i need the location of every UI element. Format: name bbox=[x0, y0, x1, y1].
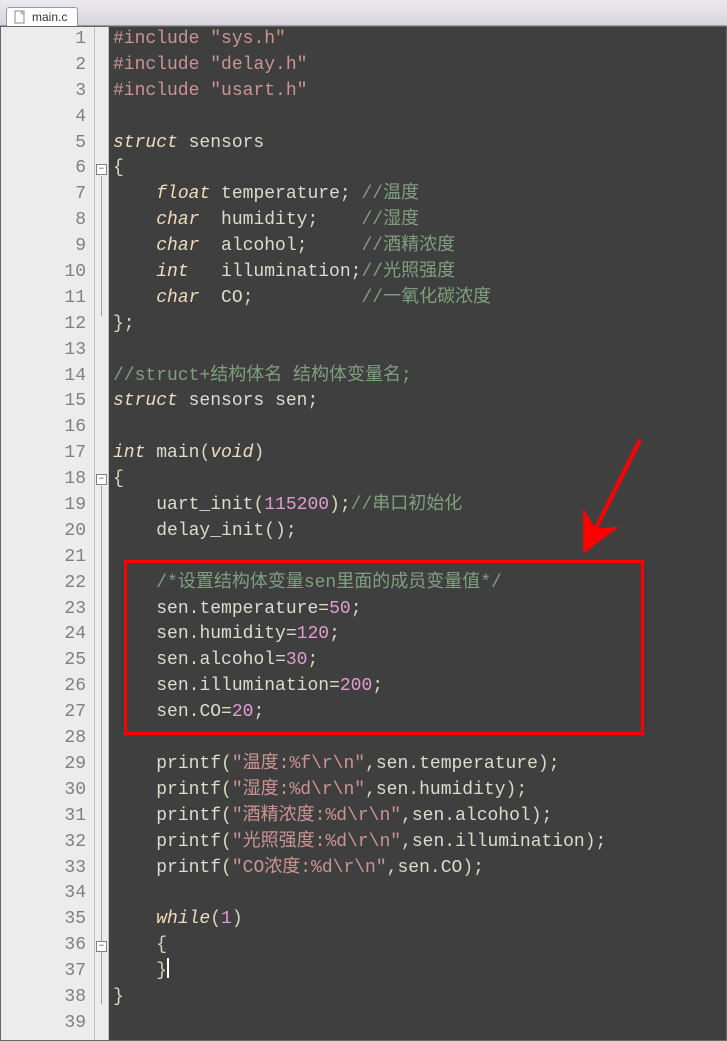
file-icon bbox=[13, 10, 27, 24]
fold-marker[interactable]: − bbox=[96, 474, 107, 485]
fold-marker[interactable]: − bbox=[96, 164, 107, 175]
fold-marker[interactable]: − bbox=[96, 941, 107, 952]
line-number-gutter: 1234567891011121314151617181920212223242… bbox=[1, 27, 95, 1040]
file-tab[interactable]: main.c bbox=[6, 7, 78, 26]
tab-label: main.c bbox=[32, 10, 67, 24]
fold-column: − − − bbox=[95, 27, 109, 1040]
editor-container: 1234567891011121314151617181920212223242… bbox=[0, 26, 727, 1041]
tab-bar: main.c bbox=[0, 0, 727, 26]
code-area[interactable]: #include "sys.h"#include "delay.h"#inclu… bbox=[109, 27, 726, 1040]
